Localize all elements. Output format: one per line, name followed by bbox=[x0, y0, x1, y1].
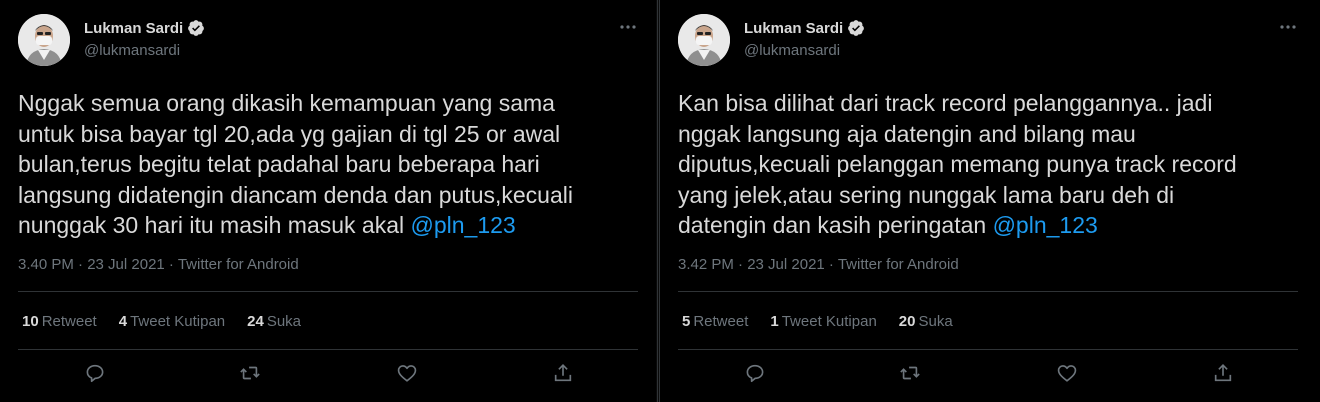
likes-stat[interactable]: 20 Suka bbox=[899, 313, 953, 330]
tweet-text: Nggak semua orang dikasih kemampuan yang… bbox=[18, 88, 618, 241]
author-name[interactable]: Lukman Sardi bbox=[84, 20, 183, 37]
quotes-count: 1 bbox=[770, 313, 779, 330]
likes-count: 20 bbox=[898, 313, 916, 330]
likes-stat[interactable]: 24 Suka bbox=[247, 313, 301, 330]
tweet-screenshot: Lukman Sardi @lukmansardi Nggak semua or… bbox=[0, 0, 1320, 402]
quotes-stat[interactable]: 1 Tweet Kutipan bbox=[770, 313, 876, 330]
divider bbox=[18, 291, 638, 292]
more-icon[interactable] bbox=[618, 18, 638, 36]
author-name-row[interactable]: Lukman Sardi bbox=[744, 19, 865, 37]
retweet-icon[interactable] bbox=[899, 362, 923, 386]
divider bbox=[18, 349, 638, 350]
divider bbox=[678, 291, 1298, 292]
reply-icon[interactable] bbox=[744, 362, 768, 386]
tweet-stats: 10 Retweet 4 Tweet Kutipan 24 Suka bbox=[22, 313, 301, 330]
share-icon[interactable] bbox=[552, 362, 576, 386]
likes-label: Suka bbox=[918, 313, 953, 330]
likes-label: Suka bbox=[266, 313, 302, 330]
tweet-text: Kan bisa dilihat dari track record pelan… bbox=[678, 88, 1278, 241]
tweet-body-text: Kan bisa dilihat dari track record pelan… bbox=[678, 90, 1237, 238]
tweet-card-1: Lukman Sardi @lukmansardi Nggak semua or… bbox=[0, 0, 656, 402]
author-name[interactable]: Lukman Sardi bbox=[744, 20, 843, 37]
tweet-timestamp[interactable]: 3.42 PM · 23 Jul 2021 · Twitter for Andr… bbox=[678, 256, 959, 273]
retweets-label: Retweet bbox=[693, 313, 749, 330]
more-icon[interactable] bbox=[1278, 18, 1298, 36]
tweet-actions bbox=[744, 362, 1234, 390]
share-icon[interactable] bbox=[1212, 362, 1236, 386]
tweet-card-2: Lukman Sardi @lukmansardi Kan bisa dilih… bbox=[660, 0, 1316, 402]
verified-badge-icon bbox=[847, 19, 865, 37]
tweet-timestamp[interactable]: 3.40 PM · 23 Jul 2021 · Twitter for Andr… bbox=[18, 256, 299, 273]
author-handle[interactable]: @lukmansardi bbox=[84, 42, 180, 59]
retweets-stat[interactable]: 5 Retweet bbox=[682, 313, 748, 330]
like-icon[interactable] bbox=[396, 362, 420, 386]
reply-icon[interactable] bbox=[84, 362, 108, 386]
mention-link[interactable]: @pln_123 bbox=[993, 212, 1098, 238]
avatar[interactable] bbox=[678, 14, 730, 66]
author-name-row[interactable]: Lukman Sardi bbox=[84, 19, 205, 37]
quotes-label: Tweet Kutipan bbox=[781, 313, 877, 330]
retweets-count: 10 bbox=[22, 313, 39, 330]
quotes-label: Tweet Kutipan bbox=[130, 313, 226, 330]
avatar[interactable] bbox=[18, 14, 70, 66]
retweets-label: Retweet bbox=[41, 313, 97, 330]
author-handle[interactable]: @lukmansardi bbox=[744, 42, 840, 59]
divider bbox=[678, 349, 1298, 350]
quotes-count: 4 bbox=[118, 313, 128, 330]
verified-badge-icon bbox=[187, 19, 205, 37]
likes-count: 24 bbox=[247, 313, 264, 330]
retweets-stat[interactable]: 10 Retweet bbox=[22, 313, 97, 330]
retweet-icon[interactable] bbox=[239, 362, 263, 386]
retweets-count: 5 bbox=[682, 313, 691, 330]
like-icon[interactable] bbox=[1056, 362, 1080, 386]
tweet-actions bbox=[84, 362, 574, 390]
tweet-stats: 5 Retweet 1 Tweet Kutipan 20 Suka bbox=[682, 313, 953, 330]
mention-link[interactable]: @pln_123 bbox=[411, 212, 516, 238]
quotes-stat[interactable]: 4 Tweet Kutipan bbox=[119, 313, 225, 330]
